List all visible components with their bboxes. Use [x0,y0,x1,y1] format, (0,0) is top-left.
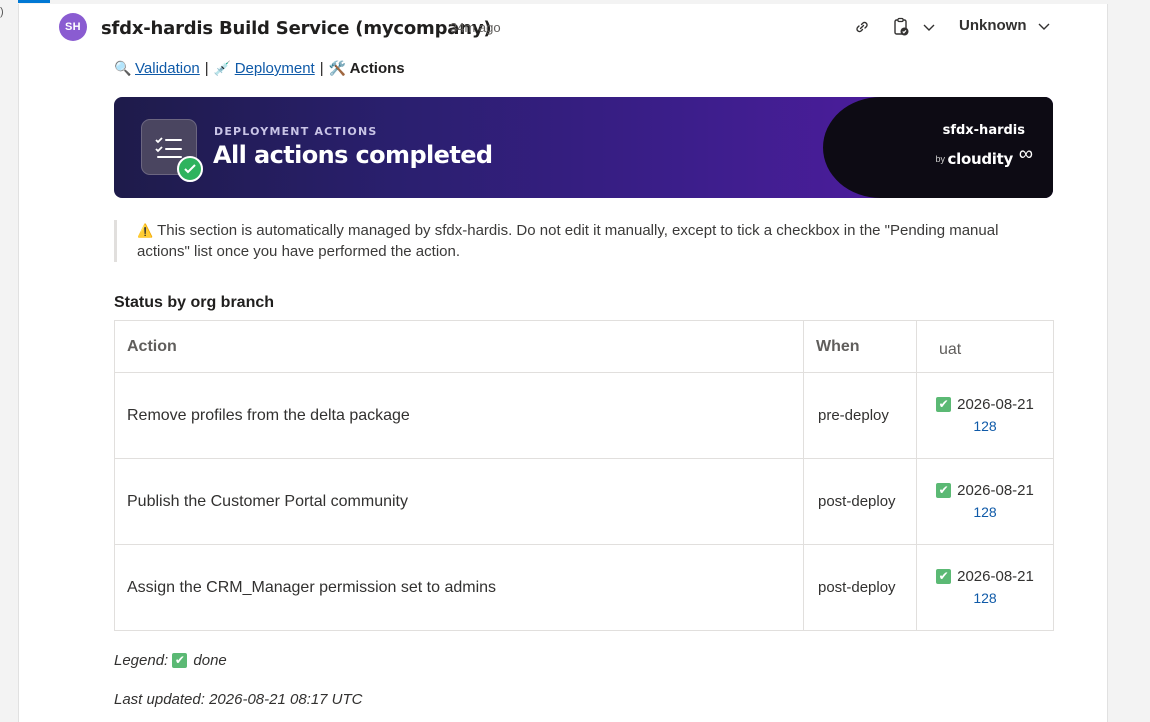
tab-deployment[interactable]: Deployment [235,60,315,77]
column-header-uat: uat [916,320,1054,373]
status-date: 2026-08-21 [957,568,1034,585]
avatar[interactable]: SH [59,13,87,41]
done-check-icon: ✔ [936,483,952,498]
check-circle-icon [177,156,203,182]
status-dropdown-label: Unknown [959,17,1027,34]
column-header-when: When [803,320,917,373]
deployment-actions-banner: DEPLOYMENT ACTIONS All actions completed… [114,97,1053,198]
action-cell: Assign the CRM_Manager permission set to… [114,544,804,631]
table-row: Publish the Customer Portal community po… [114,458,1054,545]
chevron-down-icon [1038,23,1049,30]
brand-by: by [935,154,945,164]
table-row: Assign the CRM_Manager permission set to… [114,544,1054,631]
last-updated: Last updated: 2026-08-21 08:17 UTC [114,691,363,708]
done-check-icon: ✔ [936,569,952,584]
gutter-mark: ) [0,6,4,18]
brand-panel: sfdx-hardis by cloudity ∞ [823,97,1053,198]
table-row: Remove profiles from the delta package p… [114,372,1054,459]
done-check-icon: ✔ [936,397,952,412]
run-link[interactable]: 128 [917,588,1053,609]
status-date: 2026-08-21 [957,482,1034,499]
done-check-icon: ✔ [172,653,188,668]
report-tabs: 🔍 Validation | 💉 Deployment | 🛠️ Actions [114,60,405,77]
tab-actions: Actions [349,60,405,77]
uat-status-cell: ✔ 2026-08-21 128 [916,544,1054,631]
table-header-row: Action When uat [114,320,1054,373]
run-link[interactable]: 128 [917,502,1053,523]
column-header-action: Action [114,320,804,373]
selection-accent-bar [18,0,50,3]
notice-text: This section is automatically managed by… [137,222,999,260]
action-cell: Publish the Customer Portal community [114,458,804,545]
tools-icon: 🛠️ [328,60,347,76]
warning-icon: ⚠️ [137,223,154,238]
syringe-icon: 💉 [213,60,232,76]
comment-timestamp[interactable]: 34m ago [450,20,501,35]
magnifier-icon: 🔍 [114,60,132,76]
status-dropdown[interactable]: Unknown [959,17,1051,34]
tab-separator: | [319,60,324,77]
action-cell: Remove profiles from the delta package [114,372,804,459]
legend-label: Legend: [114,652,169,669]
uat-status-cell: ✔ 2026-08-21 128 [916,458,1054,545]
uat-status-cell: ✔ 2026-08-21 128 [916,372,1054,459]
link-icon[interactable] [852,17,872,37]
status-section-title: Status by org branch [114,294,275,311]
infinity-logo-icon: ∞ [1018,143,1033,165]
legend-text: done [193,652,227,669]
status-table: Action When uat Remove profiles from the… [114,320,1054,631]
managed-section-notice: ⚠️ This section is automatically managed… [114,220,1053,262]
tab-separator: | [204,60,209,77]
banner-title: All actions completed [213,141,493,169]
legend: Legend: ✔ done [114,652,227,669]
chevron-down-icon[interactable] [919,17,939,37]
banner-kicker: DEPLOYMENT ACTIONS [214,125,378,138]
when-cell: pre-deploy [803,372,917,459]
comment-card: SH sfdx-hardis Build Service (mycompany)… [18,4,1108,722]
tab-validation[interactable]: Validation [135,60,200,77]
status-date: 2026-08-21 [957,396,1034,413]
brand-company: cloudity [947,150,1014,168]
clipboard-check-icon[interactable] [891,17,911,37]
run-link[interactable]: 128 [917,416,1053,437]
when-cell: post-deploy [803,544,917,631]
when-cell: post-deploy [803,458,917,545]
brand-name: sfdx-hardis [942,123,1025,138]
left-gutter: ) [0,0,18,722]
author-name: sfdx-hardis Build Service (mycompany) [101,18,492,39]
